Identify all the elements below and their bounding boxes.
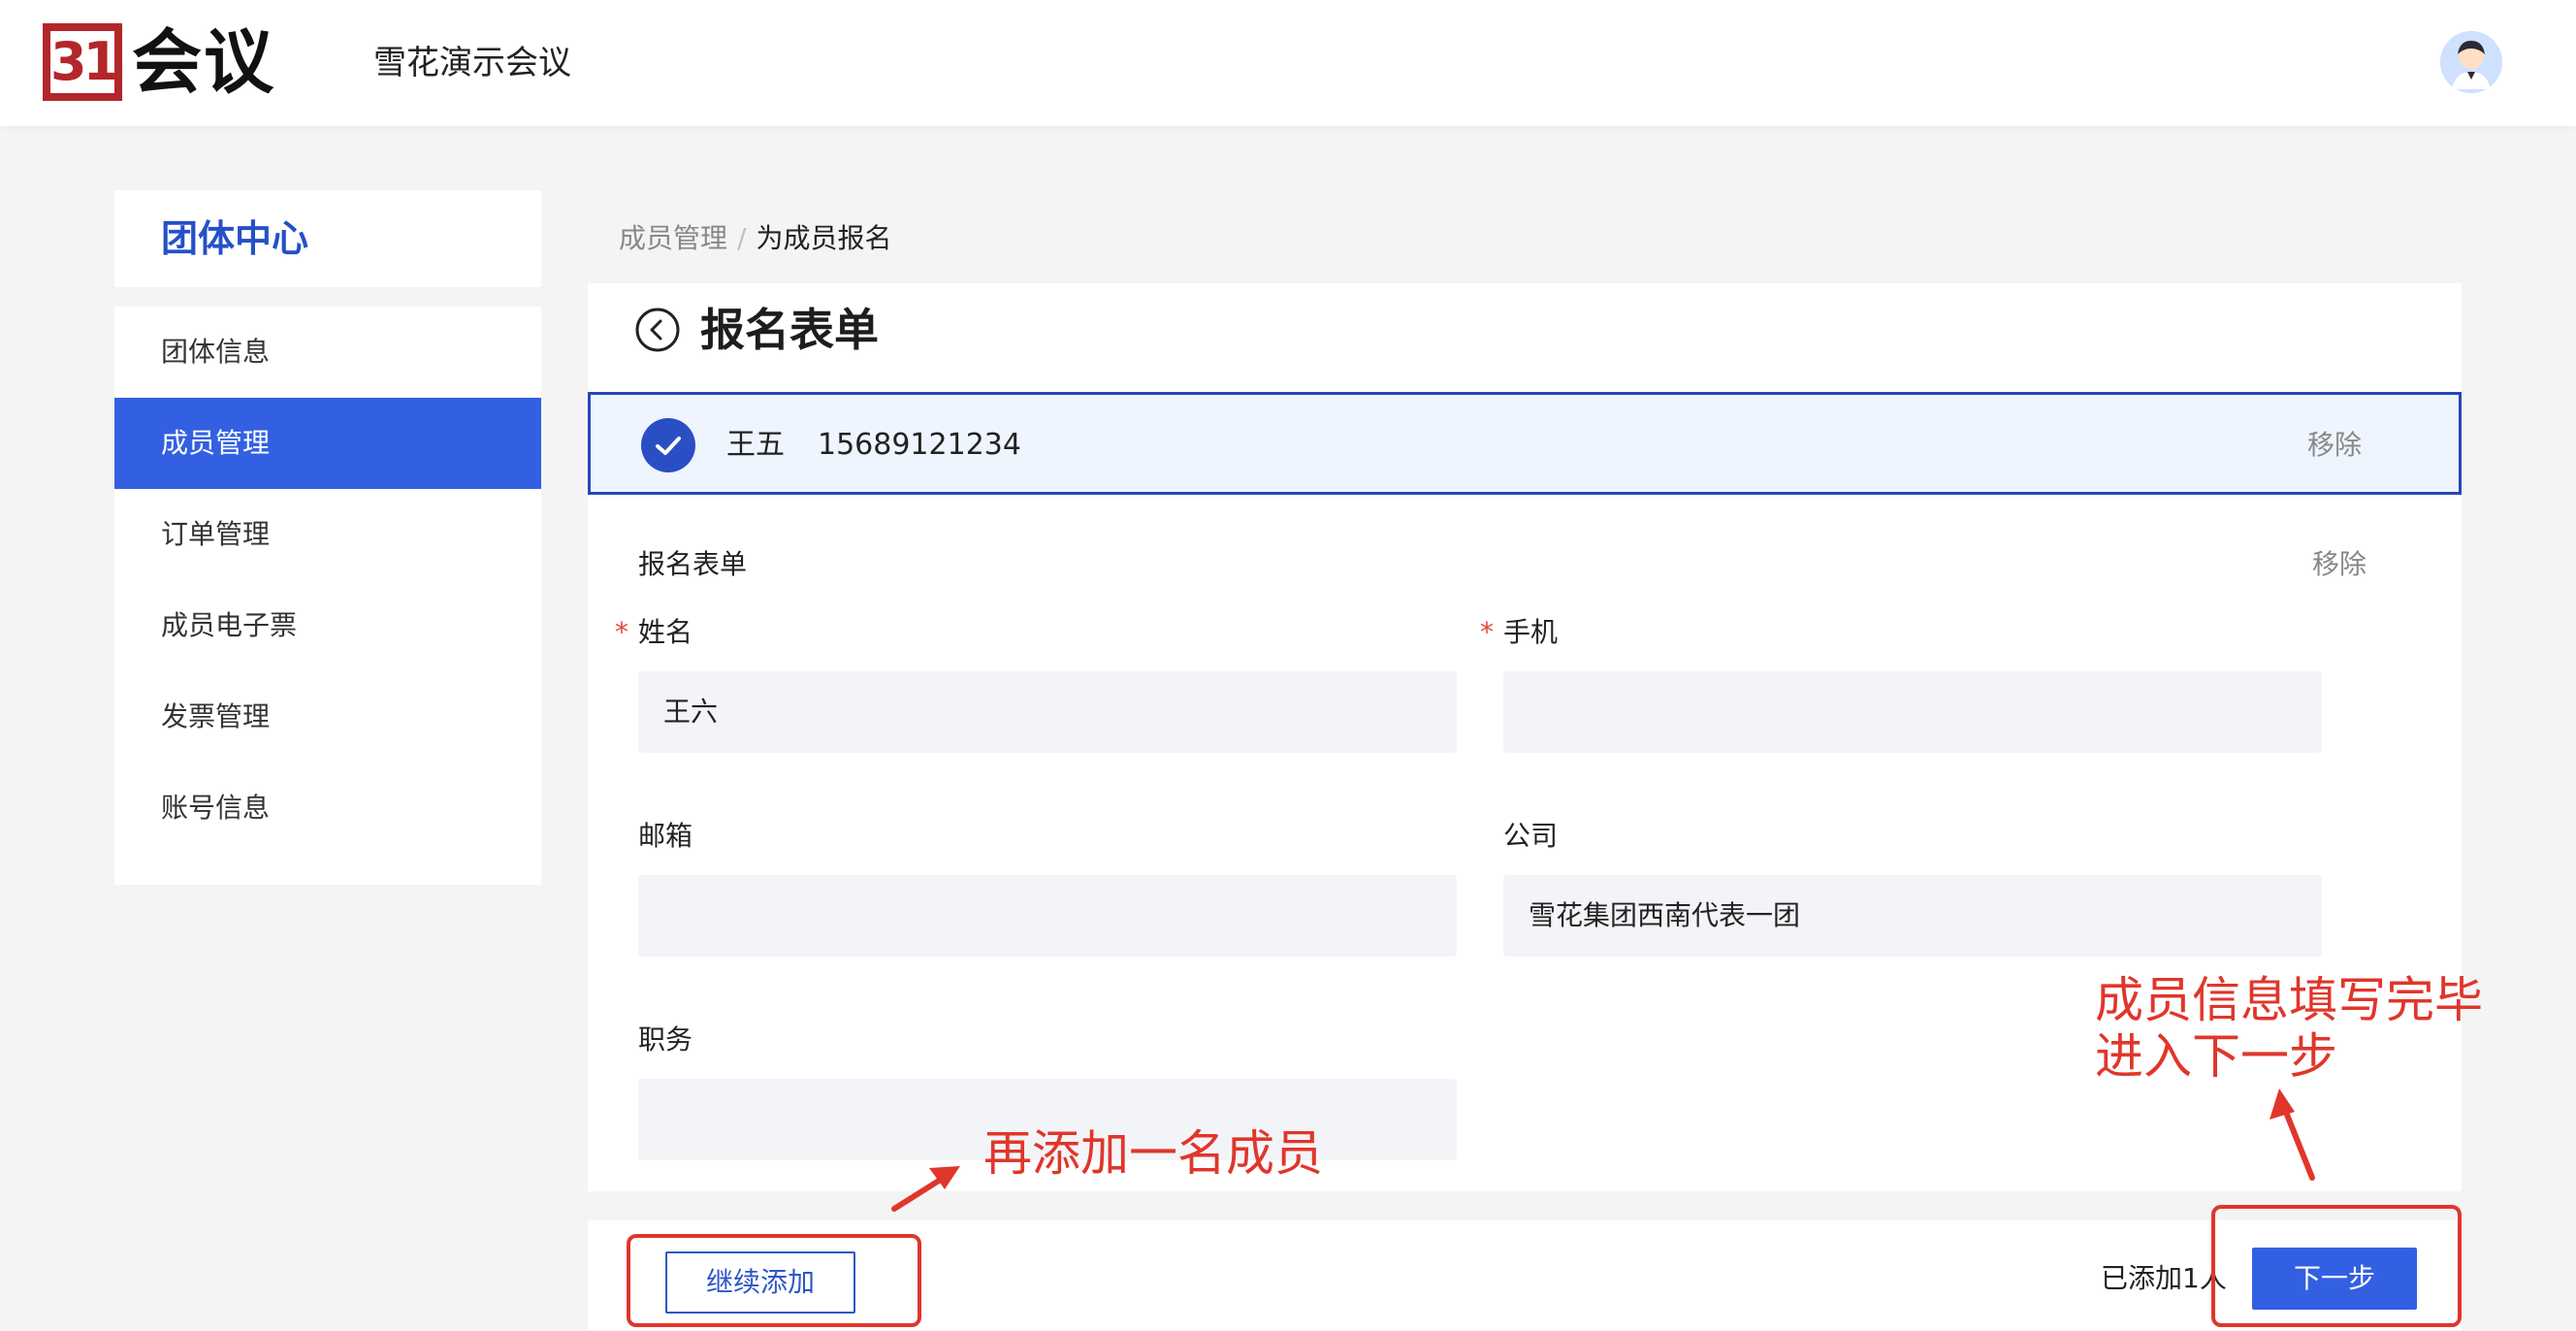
arrow-to-next (2282, 1107, 2315, 1181)
annotation-arrows (891, 1088, 2315, 1212)
arrow-to-next-head (2270, 1088, 2295, 1120)
